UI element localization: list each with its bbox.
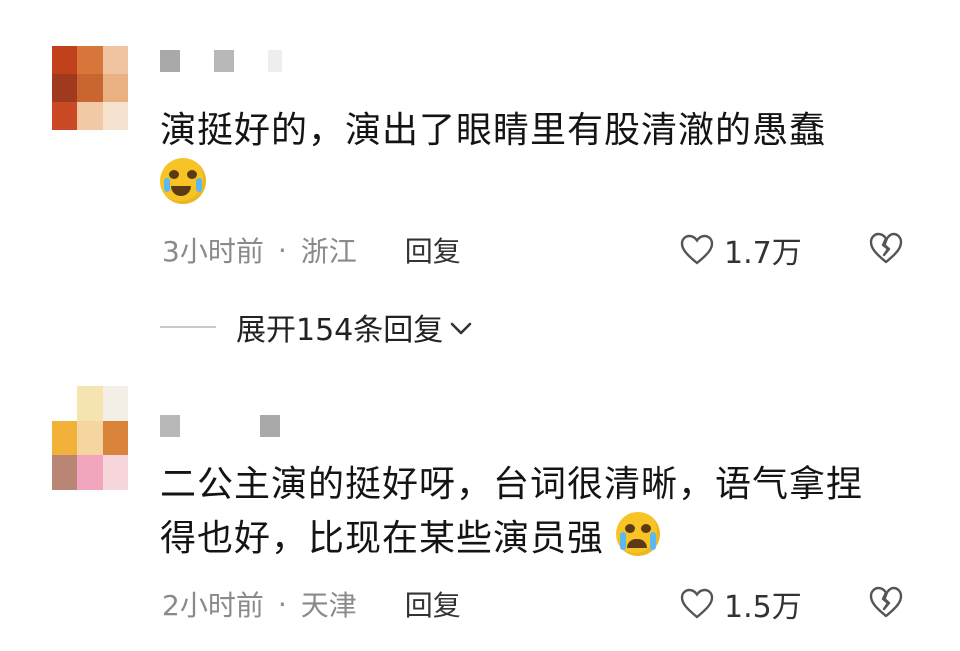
separator-dot: ·	[277, 233, 287, 267]
comment-text: 二公主演的挺好呀，台词很清晰，语气拿捏得也好，比现在某些演员强	[160, 458, 890, 566]
avatar-pixel	[102, 102, 128, 130]
like-count: 1.7万	[724, 236, 802, 271]
timestamp: 2小时前	[162, 589, 264, 622]
avatar-pixel	[102, 74, 128, 102]
avatar-pixel	[77, 420, 103, 456]
avatar-pixel	[102, 420, 128, 456]
like-button[interactable]: 1.7万	[680, 230, 802, 271]
like-count: 1.5万	[724, 590, 802, 625]
comment-body: 二公主演的挺好呀，台词很清晰，语气拿捏得也好，比现在某些演员强	[160, 464, 864, 559]
avatar-pixel	[77, 455, 103, 490]
avatar-pixel	[52, 420, 78, 456]
laughing-tears-emoji-icon	[160, 158, 206, 204]
chevron-down-icon	[449, 310, 473, 345]
avatar-pixel	[52, 102, 78, 130]
heart-icon	[680, 234, 714, 266]
location: 天津	[300, 589, 357, 622]
avatar-pixel	[52, 386, 78, 421]
dislike-button[interactable]	[868, 584, 904, 624]
username-censored[interactable]	[160, 50, 282, 72]
comment-text: 演挺好的，演出了眼睛里有股清澈的愚蠢	[160, 104, 890, 214]
reply-button[interactable]: 回复	[405, 584, 461, 624]
reply-button[interactable]: 回复	[405, 230, 461, 270]
avatar-pixel	[77, 46, 103, 74]
avatar-pixel	[77, 74, 103, 102]
broken-heart-icon	[868, 585, 904, 623]
expand-replies-label: 展开154条回复	[236, 313, 444, 348]
avatar-pixel	[52, 46, 78, 74]
divider-line	[160, 326, 216, 328]
comment-body: 演挺好的，演出了眼睛里有股清澈的愚蠢	[160, 110, 827, 151]
like-button[interactable]: 1.5万	[680, 584, 802, 625]
dislike-button[interactable]	[868, 230, 904, 270]
avatar[interactable]	[52, 386, 128, 490]
crying-emoji-icon	[616, 512, 661, 556]
comment-meta: 3小时前 · 浙江 回复	[162, 230, 461, 270]
avatar-pixel	[77, 386, 103, 421]
username-censored[interactable]	[160, 415, 280, 437]
avatar-pixel	[102, 386, 128, 421]
location: 浙江	[300, 235, 357, 268]
heart-icon	[680, 588, 714, 620]
avatar-pixel	[52, 74, 78, 102]
separator-dot: ·	[277, 587, 287, 621]
avatar-pixel	[52, 455, 78, 490]
avatar-pixel	[102, 455, 128, 490]
avatar-pixel	[102, 46, 128, 74]
avatar[interactable]	[52, 46, 128, 130]
timestamp: 3小时前	[162, 235, 264, 268]
avatar-pixel	[77, 102, 103, 130]
broken-heart-icon	[868, 231, 904, 269]
expand-replies[interactable]: 展开154条回复	[160, 305, 473, 349]
comment-meta: 2小时前 · 天津 回复	[162, 584, 461, 624]
